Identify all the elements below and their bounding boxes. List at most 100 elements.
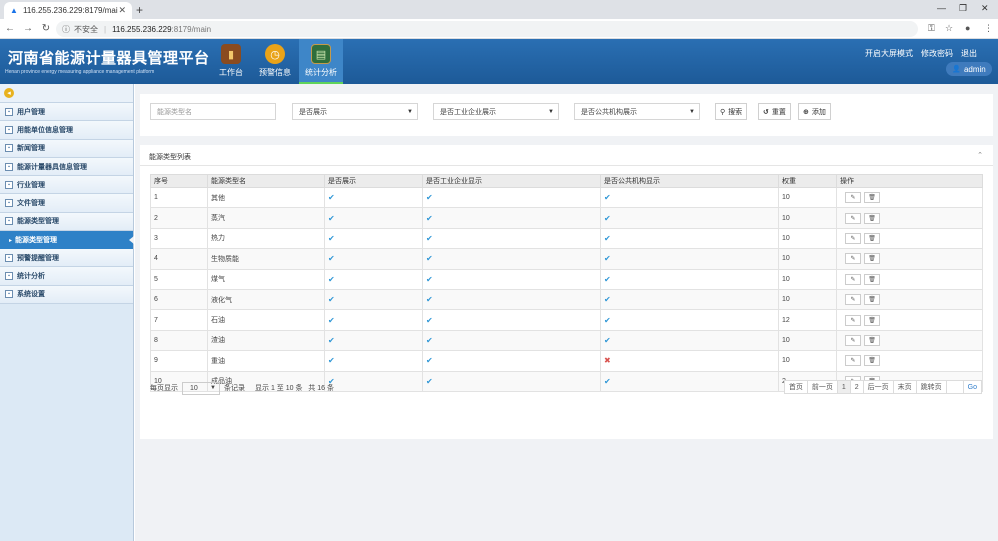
sidebar-item-label: 新闻管理	[17, 145, 45, 153]
sidebar-item-files[interactable]: ▪ 文件管理	[0, 194, 133, 213]
star-icon[interactable]: ☆	[945, 23, 953, 34]
change-password-link[interactable]: 修改密码	[921, 48, 953, 59]
cell-industry: ✔	[422, 207, 601, 229]
sidebar-item-meters[interactable]: ▪ 能源计量器具信息管理	[0, 157, 133, 177]
sidebar-item-energy-units[interactable]: ▪ 用能单位信息管理	[0, 121, 133, 140]
public-select[interactable]: 是否公共机构展示 ▼	[574, 103, 700, 120]
check-icon: ✔	[604, 233, 611, 243]
sidebar-toggle[interactable]: ◂	[0, 84, 133, 103]
column-header[interactable]: 权重	[778, 174, 837, 188]
column-header[interactable]: 能源类型名	[207, 174, 325, 188]
window-close-icon[interactable]: ✕	[981, 3, 989, 14]
energy-name-input[interactable]: 能源类型名	[150, 103, 276, 120]
go-button[interactable]: Go	[962, 380, 982, 394]
page-button-2[interactable]: 2	[849, 380, 864, 394]
delete-button[interactable]: 🗑	[864, 192, 880, 204]
chevron-up-icon[interactable]: ⌃	[977, 151, 983, 159]
trash-icon: 🗑	[868, 256, 876, 263]
column-header[interactable]: 是否展示	[324, 174, 423, 188]
collapse-icon[interactable]: ◂	[4, 88, 14, 98]
column-header[interactable]: 序号	[150, 174, 208, 188]
edit-button[interactable]: ✎	[845, 192, 861, 204]
delete-button[interactable]: 🗑	[864, 355, 880, 367]
sidebar-item-industry[interactable]: ▪ 行业管理	[0, 176, 133, 195]
minimize-icon[interactable]: —	[937, 3, 946, 13]
industry-select[interactable]: 是否工业企业展示 ▼	[433, 103, 559, 120]
column-header[interactable]: 是否公共机构显示	[600, 174, 779, 188]
nav-statistics-label: 统计分析	[305, 68, 337, 77]
prev-page-button[interactable]: 前一页	[806, 380, 838, 394]
check-icon: ✔	[426, 233, 433, 243]
show-select[interactable]: 是否展示 ▼	[292, 103, 418, 120]
page-size-select[interactable]: 10 ▼	[182, 381, 220, 395]
delete-button[interactable]: 🗑	[864, 334, 880, 346]
delete-button[interactable]: 🗑	[864, 314, 880, 326]
delete-button[interactable]: 🗑	[864, 294, 880, 306]
url-input[interactable]: ⓘ 不安全 | 116.255.236.229 :8179/main	[56, 21, 918, 37]
back-icon[interactable]: ←	[2, 23, 18, 34]
edit-button[interactable]: ✎	[845, 273, 861, 285]
sidebar-item-label: 预警提醒管理	[17, 254, 59, 262]
main-content: 能源类型名 是否展示 ▼ 是否工业企业展示 ▼ 是否公共机构展示 ▼ ⚲ 搜索 ↺ 重置 …	[135, 84, 998, 541]
edit-button[interactable]: ✎	[845, 253, 861, 265]
edit-button[interactable]: ✎	[845, 355, 861, 367]
first-page-button[interactable]: 首页	[783, 380, 808, 394]
cell-weight: 10	[778, 227, 837, 250]
cell-public: ✔	[600, 186, 779, 209]
cell-show: ✔	[324, 186, 423, 209]
check-icon: ✔	[426, 213, 433, 223]
cell-industry: ✔	[422, 309, 601, 331]
check-icon: ✔	[328, 274, 335, 284]
info-icon[interactable]: ⓘ	[62, 24, 70, 35]
page-size-value: 10	[190, 384, 198, 392]
forward-icon[interactable]: →	[20, 23, 36, 34]
edit-button[interactable]: ✎	[845, 232, 861, 244]
sidebar-item-users[interactable]: ▪ 用户管理	[0, 103, 133, 122]
menu-dots-icon[interactable]: ⋮	[984, 23, 993, 34]
trash-icon: 🗑	[868, 235, 876, 242]
edit-button[interactable]: ✎	[845, 212, 861, 224]
edit-button[interactable]: ✎	[845, 334, 861, 346]
sidebar-item-settings[interactable]: ▪ 系统设置	[0, 285, 133, 304]
search-icon: ⚲	[720, 108, 726, 116]
delete-button[interactable]: 🗑	[864, 253, 880, 265]
sidebar-item-energy-types[interactable]: ▪ 能源类型管理	[0, 212, 133, 232]
check-icon: ✔	[604, 315, 611, 325]
sidebar-item-statistics[interactable]: ▪ 统计分析	[0, 267, 133, 286]
nav-statistics[interactable]: ▤ 统计分析	[299, 39, 343, 84]
edit-button[interactable]: ✎	[845, 294, 861, 306]
nav-workbench[interactable]: ▮ 工作台	[209, 39, 253, 84]
profile-icon[interactable]: ●	[965, 23, 970, 33]
new-tab-icon[interactable]: +	[136, 3, 143, 17]
search-button[interactable]: ⚲ 搜索	[715, 103, 748, 120]
cell-weight: 10	[778, 207, 837, 229]
delete-button[interactable]: 🗑	[864, 212, 880, 224]
trash-icon: 🗑	[868, 317, 876, 324]
sidebar-item-news[interactable]: ▪ 新闻管理	[0, 139, 133, 158]
reset-button[interactable]: ↺ 重置	[758, 103, 791, 120]
key-icon[interactable]: ⚿	[928, 23, 935, 34]
reload-icon[interactable]: ↻	[38, 23, 54, 34]
cell-weight: 10	[778, 329, 837, 352]
user-menu[interactable]: 👤 admin	[946, 62, 992, 76]
sidebar-item-warnings[interactable]: ▪ 预警提醒管理	[0, 249, 133, 268]
delete-button[interactable]: 🗑	[864, 232, 880, 244]
delete-button[interactable]: 🗑	[864, 273, 880, 285]
browser-tab[interactable]: ▲ 116.255.236.229:8179/main ✕	[4, 2, 132, 19]
check-icon: ✔	[604, 335, 611, 345]
edit-button[interactable]: ✎	[845, 314, 861, 326]
nav-warning[interactable]: ◷ 预警信息	[253, 39, 297, 84]
next-page-button[interactable]: 后一页	[862, 380, 894, 394]
table-row: 7 石油 ✔ ✔ ✔ 12 ✎ 🗑	[150, 309, 983, 331]
sidebar-subitem-energy-types[interactable]: ▸ 能源类型管理	[0, 231, 134, 250]
add-button[interactable]: ⊕ 添加	[798, 103, 831, 120]
close-icon[interactable]: ✕	[118, 5, 126, 16]
last-page-button[interactable]: 末页	[892, 380, 917, 394]
maximize-icon[interactable]: ❐	[959, 3, 967, 14]
jump-page-input[interactable]	[945, 380, 964, 394]
big-screen-link[interactable]: 开启大屏模式	[865, 48, 913, 59]
expand-icon: ▪	[5, 199, 13, 208]
page-button-1[interactable]: 1	[836, 380, 851, 394]
logout-link[interactable]: 退出	[961, 48, 977, 59]
column-header[interactable]: 是否工业企业显示	[422, 174, 601, 188]
